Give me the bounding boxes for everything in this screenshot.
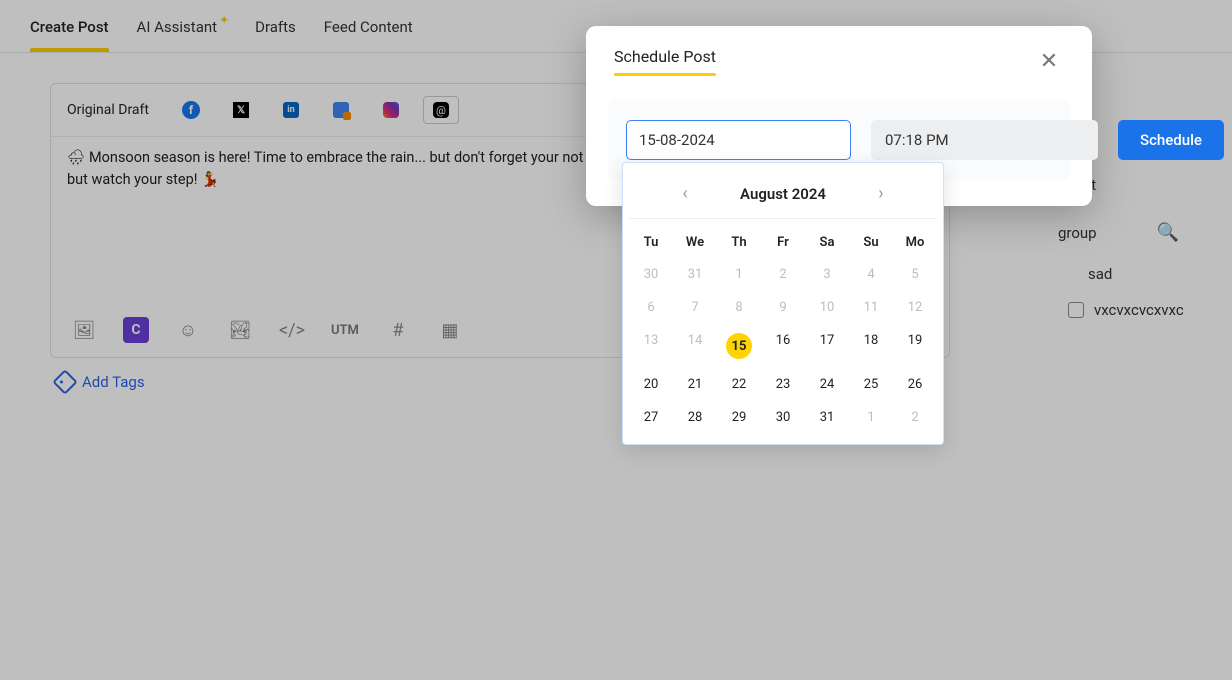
calendar-day: 1: [849, 401, 893, 434]
calendar-day[interactable]: 16: [761, 324, 805, 368]
calendar-day[interactable]: 26: [893, 368, 937, 401]
calendar-day: 2: [761, 258, 805, 291]
calendar-day: 1: [717, 258, 761, 291]
calendar-grid: TuWeThFrSaSuMo30311234567891011121314151…: [629, 227, 937, 434]
calendar-day: 3: [805, 258, 849, 291]
calendar-day: 12: [893, 291, 937, 324]
calendar-day: 4: [849, 258, 893, 291]
calendar-dow: Fr: [761, 227, 805, 258]
schedule-button[interactable]: Schedule: [1118, 120, 1224, 160]
calendar-day[interactable]: 24: [805, 368, 849, 401]
calendar-month-title: August 2024: [740, 185, 826, 203]
calendar-day[interactable]: 20: [629, 368, 673, 401]
calendar-day[interactable]: 17: [805, 324, 849, 368]
calendar-dow: Tu: [629, 227, 673, 258]
calendar-day[interactable]: 22: [717, 368, 761, 401]
next-month-icon[interactable]: ›: [866, 183, 896, 204]
calendar-dow: Mo: [893, 227, 937, 258]
calendar-day[interactable]: 25: [849, 368, 893, 401]
calendar-day[interactable]: 28: [673, 401, 717, 434]
calendar-day: 10: [805, 291, 849, 324]
calendar-day: 6: [629, 291, 673, 324]
calendar-day[interactable]: 23: [761, 368, 805, 401]
close-icon[interactable]: ✕: [1034, 46, 1064, 76]
calendar-day: 9: [761, 291, 805, 324]
calendar-day[interactable]: 21: [673, 368, 717, 401]
date-input[interactable]: [626, 120, 851, 160]
calendar-day: 11: [849, 291, 893, 324]
calendar-day: 2: [893, 401, 937, 434]
calendar-dow: Th: [717, 227, 761, 258]
calendar-day[interactable]: 27: [629, 401, 673, 434]
calendar-day: 30: [629, 258, 673, 291]
calendar-dow: Su: [849, 227, 893, 258]
calendar-day[interactable]: 18: [849, 324, 893, 368]
calendar-day: 13: [629, 324, 673, 368]
calendar-day[interactable]: 30: [761, 401, 805, 434]
calendar-day[interactable]: 31: [805, 401, 849, 434]
calendar-day[interactable]: 29: [717, 401, 761, 434]
prev-month-icon[interactable]: ‹: [670, 183, 700, 204]
calendar-dow: Sa: [805, 227, 849, 258]
calendar-day[interactable]: 15: [717, 324, 761, 368]
calendar-popover: ‹ August 2024 › TuWeThFrSaSuMo3031123456…: [622, 162, 944, 445]
time-input[interactable]: [871, 120, 1098, 160]
calendar-day[interactable]: 19: [893, 324, 937, 368]
modal-title: Schedule Post: [614, 47, 716, 76]
calendar-day: 5: [893, 258, 937, 291]
calendar-day: 14: [673, 324, 717, 368]
calendar-dow: We: [673, 227, 717, 258]
calendar-day: 7: [673, 291, 717, 324]
calendar-day: 31: [673, 258, 717, 291]
calendar-day: 8: [717, 291, 761, 324]
